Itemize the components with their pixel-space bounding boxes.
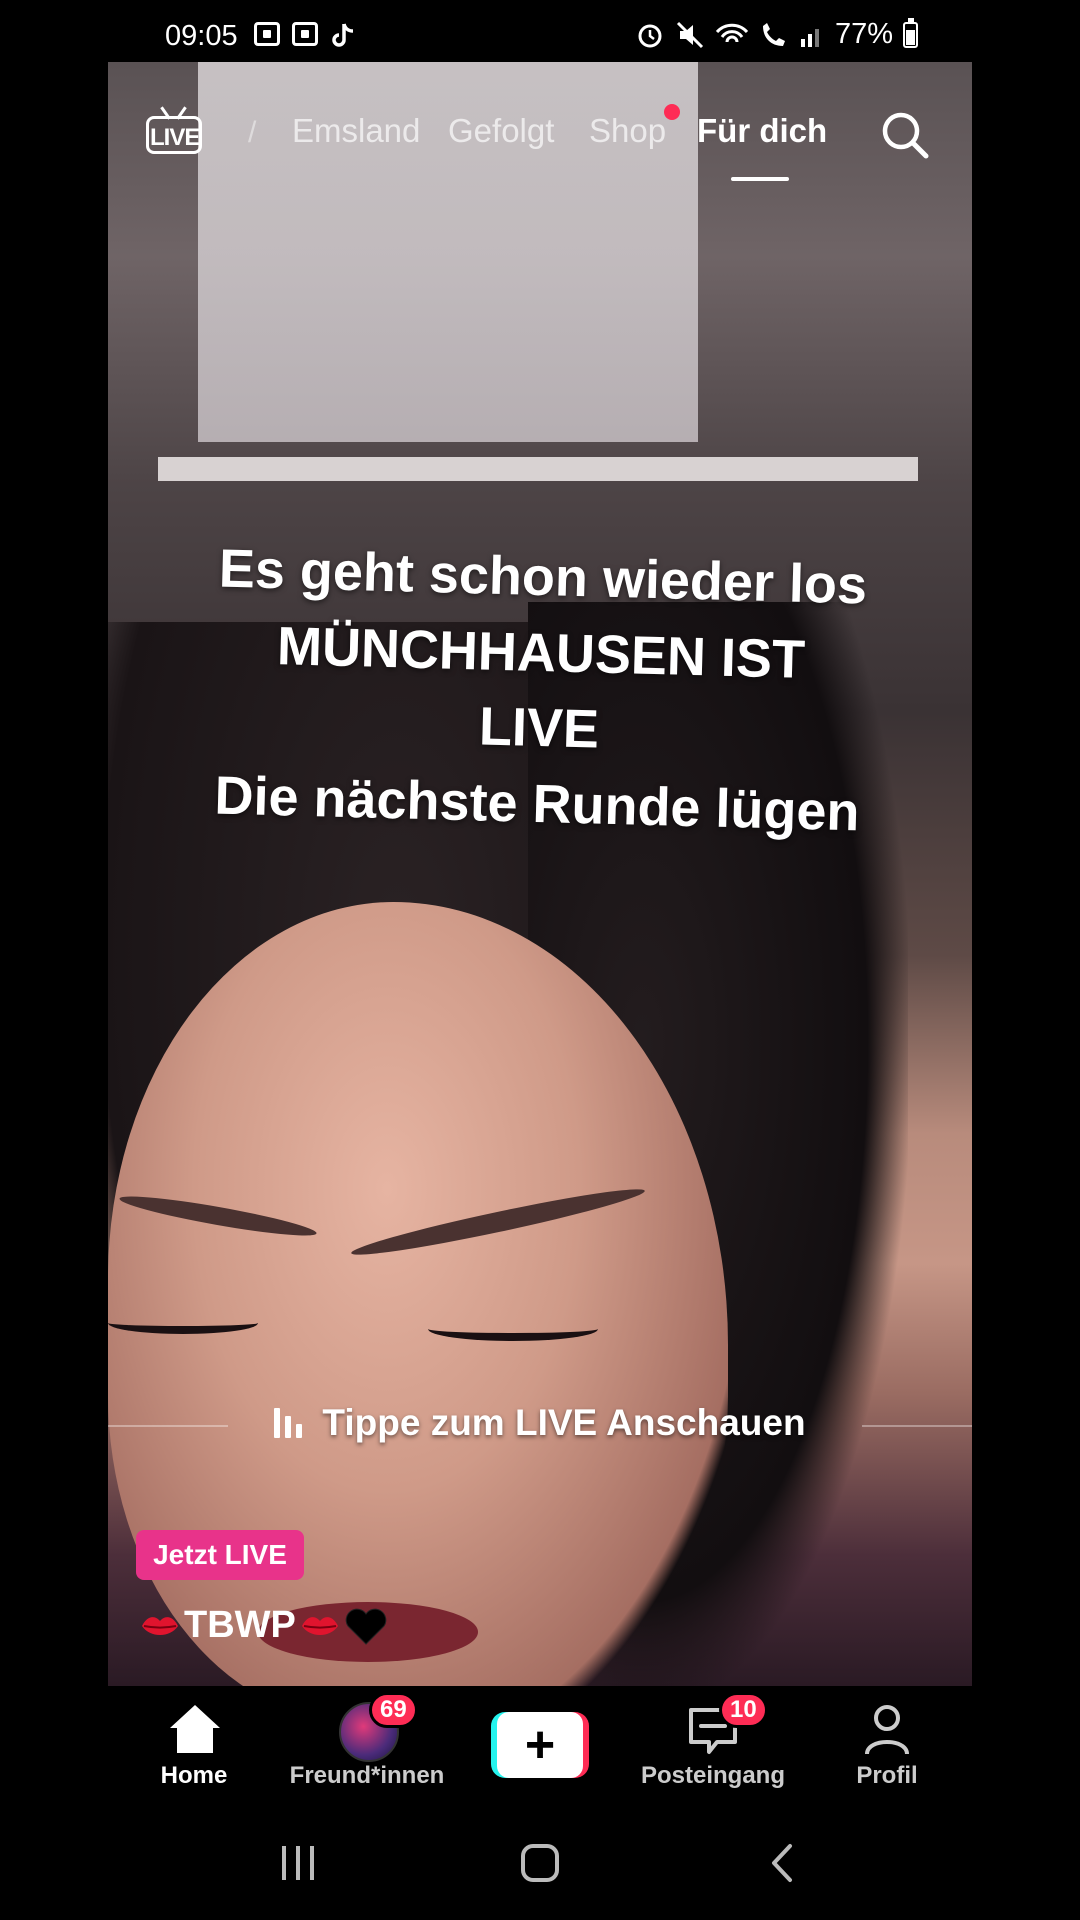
video-detail <box>428 1317 598 1341</box>
back-icon[interactable] <box>766 1842 796 1884</box>
tap-to-watch-hint[interactable]: Tippe zum LIVE Anschauen <box>108 1402 972 1444</box>
create-button[interactable]: + <box>491 1712 589 1778</box>
friends-badge: 69 <box>369 1692 418 1728</box>
equalizer-icon <box>274 1408 308 1438</box>
status-bar: 09:05 77% <box>0 0 1080 62</box>
live-label: LIVE <box>150 124 200 151</box>
active-tab-indicator <box>731 177 789 181</box>
home-system-icon[interactable] <box>519 1842 561 1884</box>
black-heart-icon <box>345 1608 387 1645</box>
mute-icon <box>676 21 704 48</box>
signal-icon <box>800 28 819 47</box>
lips-emoji-icon <box>142 1616 178 1635</box>
shop-notification-dot <box>664 104 680 120</box>
nav-profile-label: Profil <box>856 1762 918 1789</box>
lips-emoji-icon <box>301 1616 338 1635</box>
live-now-badge: Jetzt LIVE <box>136 1530 304 1580</box>
inbox-badge: 10 <box>719 1692 768 1728</box>
status-time: 09:05 <box>165 20 238 52</box>
video-caption: Es geht schon wieder los MÜNCHHAUSEN IST… <box>104 529 976 854</box>
system-status: 77% <box>635 17 918 51</box>
tab-emsland[interactable]: Emsland <box>292 112 420 150</box>
plus-icon: + <box>524 1716 556 1774</box>
video-detail <box>108 1312 258 1334</box>
screenshot-icon <box>254 22 280 46</box>
tab-shop[interactable]: Shop <box>589 112 666 150</box>
notification-icons <box>254 22 356 50</box>
creator-username[interactable]: TBWP <box>140 1604 388 1647</box>
recent-apps-icon[interactable] <box>278 1842 318 1884</box>
nav-friends-label: Freund*innen <box>289 1762 445 1789</box>
background-shelf <box>158 457 918 481</box>
top-nav: LIVE / Emsland Gefolgt Shop Für dich <box>108 100 972 190</box>
wifi-call-icon <box>715 23 749 42</box>
vowifi-icon <box>762 22 785 46</box>
tab-fuer-dich[interactable]: Für dich <box>697 112 827 150</box>
battery-icon <box>903 17 918 48</box>
alarm-icon <box>638 24 662 47</box>
tiktok-icon <box>332 23 354 47</box>
profile-icon <box>865 1705 909 1755</box>
tap-hint-text: Tippe zum LIVE Anschauen <box>322 1402 806 1443</box>
tab-gefolgt[interactable]: Gefolgt <box>448 112 554 150</box>
username-text: TBWP <box>184 1604 296 1646</box>
battery-percent: 77% <box>834 18 893 50</box>
screenshot-icon <box>292 22 318 46</box>
search-icon[interactable] <box>878 108 932 162</box>
live-tv-icon[interactable]: LIVE <box>146 106 208 158</box>
home-icon <box>170 1705 220 1753</box>
system-nav-bar <box>0 1816 1080 1920</box>
nav-inbox-label: Posteingang <box>640 1762 785 1789</box>
nav-home-label: Home <box>160 1762 228 1789</box>
bottom-nav: Home 69 Freund*innen + 10 Posteingang Pr… <box>0 1686 1080 1816</box>
tab-separator: / <box>248 116 257 149</box>
